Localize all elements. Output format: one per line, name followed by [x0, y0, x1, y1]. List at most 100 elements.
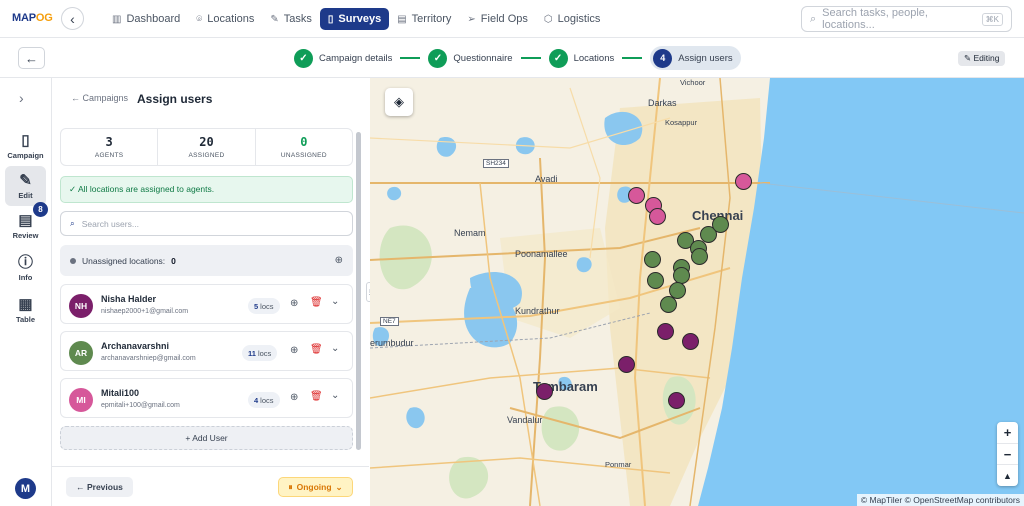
- top-navigation-bar: MAPOG ‹ ▥ Dashboard ⌾ Locations ✎ Tasks ▯ Surve…: [0, 0, 1024, 38]
- success-alert: ✓ All locations are assigned to agents.: [60, 176, 353, 203]
- expand-chevron-icon[interactable]: ›: [19, 90, 24, 106]
- nav-tasks[interactable]: ✎ Tasks: [262, 8, 320, 30]
- location-marker[interactable]: [628, 187, 645, 204]
- scrollbar-thumb[interactable]: [356, 132, 361, 450]
- zoom-to-icon[interactable]: ⊕: [290, 392, 298, 403]
- rail-item-edit[interactable]: ✎ Edit: [5, 166, 46, 206]
- location-marker[interactable]: [644, 251, 661, 268]
- user-email: epmitali+100@gmail.com: [101, 402, 180, 409]
- route-shield: NE7: [380, 317, 399, 326]
- pen-icon: ✎: [270, 13, 279, 25]
- global-search-input[interactable]: ⌕ Search tasks, people, locations... ⌘K: [801, 6, 1012, 32]
- user-card[interactable]: NH Nisha Halder nishaep2000+1@gmail.com 5 lo…: [60, 284, 353, 324]
- check-icon: ✓: [548, 48, 568, 68]
- previous-button[interactable]: ← Previous: [66, 477, 133, 497]
- user-card[interactable]: MI Mitali100 epmitali+100@gmail.com 4 locs ⊕ 🗑…: [60, 378, 353, 418]
- pause-icon: ⏸: [288, 481, 293, 492]
- zoom-to-icon[interactable]: ⊕: [335, 255, 343, 266]
- unassigned-locations-row[interactable]: Unassigned locations: 0 ⊕: [60, 245, 353, 276]
- map-view[interactable]: VichoorDarkasKosappurAvadiChennaiNemamPo…: [370, 78, 1024, 506]
- search-placeholder: Search tasks, people, locations...: [822, 7, 928, 31]
- user-name: Nisha Halder: [101, 294, 157, 304]
- app-logo[interactable]: MAPOG: [12, 12, 53, 24]
- locations-count-badge[interactable]: 5 locs: [248, 298, 280, 314]
- zoom-out-button[interactable]: −: [997, 444, 1018, 466]
- trash-icon[interactable]: 🗑: [310, 391, 323, 402]
- location-marker[interactable]: [536, 383, 553, 400]
- panel-scrollbar[interactable]: [356, 132, 361, 450]
- rail-item-table[interactable]: ▦ Table: [5, 290, 46, 330]
- location-marker[interactable]: [660, 296, 677, 313]
- location-marker[interactable]: [735, 173, 752, 190]
- step-number: 4: [653, 48, 673, 68]
- layers-button[interactable]: ◈: [385, 88, 413, 116]
- editing-badge[interactable]: ✎ Editing: [958, 51, 1006, 66]
- wizard-steps: ✓ Campaign details ✓ Questionnaire ✓ Location…: [294, 46, 741, 70]
- location-marker[interactable]: [618, 356, 635, 373]
- chevron-down-icon[interactable]: ⌄: [331, 390, 339, 401]
- wizard-back-button[interactable]: ←: [18, 47, 45, 69]
- nav-surveys[interactable]: ▯ Surveys: [319, 8, 390, 30]
- map-attribution[interactable]: © MapTiler © OpenStreetMap contributors: [856, 494, 1024, 506]
- clipboard-icon: ▯: [327, 13, 334, 25]
- check-icon: ✓: [428, 48, 448, 68]
- wizard-stepbar: ← ✓ Campaign details ✓ Questionnaire ✓ Locati…: [0, 38, 1024, 78]
- nav-dashboard[interactable]: ▥ Dashboard: [104, 8, 188, 30]
- zoom-to-icon[interactable]: ⊕: [290, 298, 298, 309]
- step-assign-users[interactable]: 4 Assign users: [650, 46, 741, 70]
- grid-icon: ▦: [18, 295, 33, 313]
- location-marker[interactable]: [712, 216, 729, 233]
- step-questionnaire[interactable]: ✓ Questionnaire: [428, 46, 513, 70]
- review-count-badge: 8: [33, 202, 48, 217]
- location-marker[interactable]: [682, 333, 699, 350]
- step-connector: [622, 57, 643, 59]
- chevron-down-icon[interactable]: ⌄: [331, 343, 339, 354]
- rail-item-info[interactable]: ⓘ Info: [5, 248, 46, 288]
- stat-agents: 3 AGENTS: [61, 129, 159, 165]
- trash-icon[interactable]: 🗑: [310, 297, 323, 308]
- nav-locations[interactable]: ⌾ Locations: [188, 8, 262, 30]
- location-marker[interactable]: [691, 248, 708, 265]
- step-campaign-details[interactable]: ✓ Campaign details: [294, 46, 392, 70]
- location-marker[interactable]: [668, 392, 685, 409]
- nav-territory[interactable]: ▤ Territory: [389, 8, 459, 30]
- search-icon: ⌕: [810, 12, 817, 25]
- compass-button[interactable]: ▲: [997, 465, 1018, 486]
- locations-count-badge[interactable]: 4 locs: [248, 392, 280, 408]
- stat-assigned: 20 ASSIGNED: [158, 129, 256, 165]
- pin-icon: ⌾: [196, 13, 203, 25]
- send-icon: ➢: [467, 13, 476, 25]
- zoom-to-icon[interactable]: ⊕: [290, 345, 298, 356]
- nav-logistics[interactable]: ⬡ Logistics: [536, 8, 609, 30]
- add-user-button[interactable]: + Add User: [60, 426, 353, 450]
- box-icon: ⬡: [543, 13, 553, 25]
- breadcrumb-campaigns-link[interactable]: ← Campaigns: [71, 93, 128, 103]
- location-marker[interactable]: [647, 272, 664, 289]
- shortcut-hint: ⌘K: [981, 12, 1003, 26]
- user-card[interactable]: AR Archanavarshni archanavarshniep@gmail.c…: [60, 331, 353, 371]
- clipboard-icon: ▯: [21, 131, 30, 149]
- map-basemap: [370, 78, 1024, 506]
- user-search-input[interactable]: ⌕ Search users...: [60, 211, 353, 236]
- chevron-down-icon[interactable]: ⌄: [331, 296, 339, 307]
- location-marker[interactable]: [649, 208, 666, 225]
- map-place-label: Avadi: [535, 174, 558, 184]
- chevron-down-icon: ⌄: [335, 481, 343, 492]
- nav-field-ops[interactable]: ➢ Field Ops: [459, 8, 535, 30]
- user-avatar[interactable]: M: [15, 478, 36, 499]
- map-icon: ▤: [397, 13, 407, 25]
- step-locations[interactable]: ✓ Locations: [548, 46, 614, 70]
- step-connector: [520, 57, 541, 59]
- location-marker[interactable]: [657, 323, 674, 340]
- side-rail: › ▯ Campaign ✎ Edit ▤ Review ⓘ Info ▦ Table 8 M: [0, 78, 52, 506]
- assign-users-panel: ← Campaigns Assign users 3 AGENTS 20 ASSIG…: [52, 78, 369, 506]
- trash-icon[interactable]: 🗑: [310, 344, 323, 355]
- avatar: MI: [69, 388, 93, 412]
- rail-item-campaign[interactable]: ▯ Campaign: [5, 126, 46, 166]
- nav-back-button[interactable]: ‹: [61, 7, 84, 30]
- zoom-in-button[interactable]: +: [997, 422, 1018, 444]
- map-place-label: Vandalur: [507, 415, 543, 425]
- stat-unassigned: 0 UNASSIGNED: [280, 135, 327, 159]
- status-dropdown[interactable]: ⏸ Ongoing ⌄: [278, 477, 353, 497]
- locations-count-badge[interactable]: 11 locs: [242, 345, 278, 361]
